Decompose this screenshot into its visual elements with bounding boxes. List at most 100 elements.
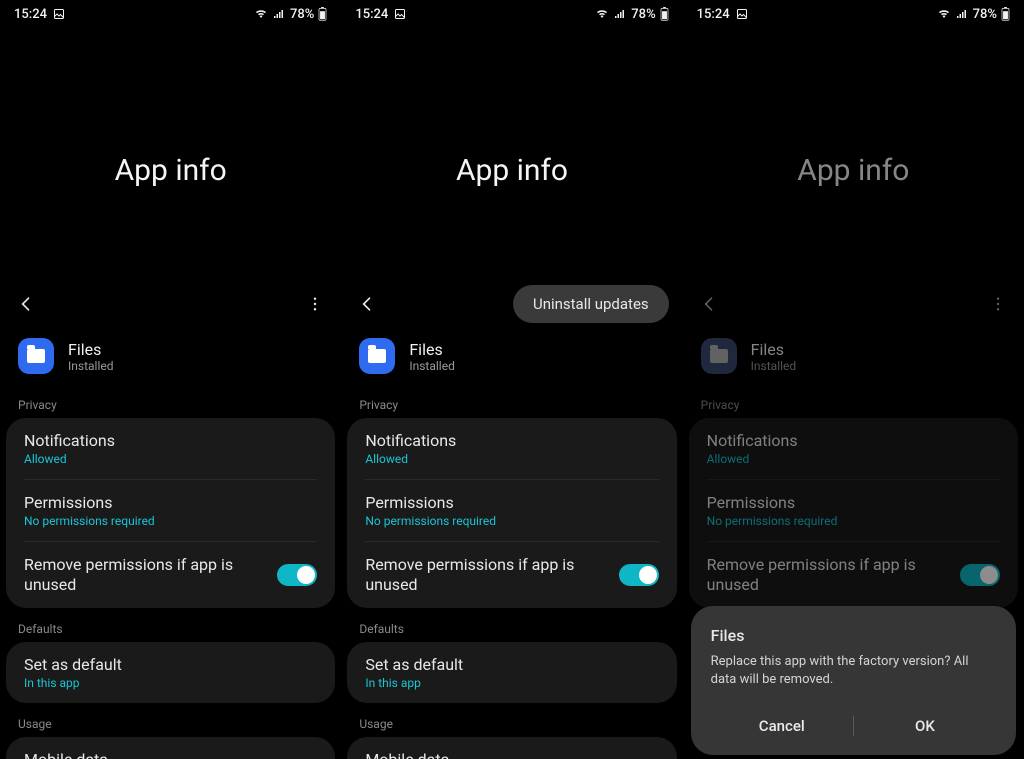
mobile-data-label: Mobile data <box>365 750 658 759</box>
header-row <box>0 284 341 324</box>
app-header: Files Installed <box>341 324 682 384</box>
header-row <box>683 284 1024 324</box>
section-privacy: Privacy <box>341 384 682 418</box>
remove-permissions-row[interactable]: Remove permissions if app is unused <box>689 542 1018 608</box>
notifications-label: Notifications <box>365 431 658 450</box>
app-header: Files Installed <box>683 324 1024 384</box>
status-battery-text: 78% <box>973 7 997 22</box>
status-bar: 15:24 78% <box>0 0 341 28</box>
app-header: Files Installed <box>0 324 341 384</box>
section-privacy: Privacy <box>683 384 1024 418</box>
defaults-card: Set as default In this app <box>347 642 676 703</box>
signal-icon <box>955 8 969 20</box>
status-battery-text: 78% <box>290 7 314 22</box>
app-status: Installed <box>751 359 797 373</box>
app-name: Files <box>751 340 797 359</box>
back-button[interactable] <box>14 292 38 316</box>
defaults-card: Set as default In this app <box>6 642 335 703</box>
remove-permissions-label: Remove permissions if app is unused <box>365 555 605 595</box>
app-icon <box>701 338 737 374</box>
section-usage: Usage <box>0 703 341 737</box>
app-status: Installed <box>68 359 114 373</box>
remove-permissions-toggle[interactable] <box>960 564 1000 586</box>
permissions-row[interactable]: Permissions No permissions required <box>689 480 1018 541</box>
notifications-sub: Allowed <box>365 452 658 466</box>
more-menu-button[interactable] <box>303 292 327 316</box>
remove-permissions-row[interactable]: Remove permissions if app is unused <box>6 542 335 608</box>
permissions-sub: No permissions required <box>707 514 1000 528</box>
privacy-card: Notifications Allowed Permissions No per… <box>689 418 1018 608</box>
remove-permissions-toggle[interactable] <box>277 564 317 586</box>
notifications-sub: Allowed <box>707 452 1000 466</box>
wifi-icon <box>937 8 951 20</box>
app-icon <box>18 338 54 374</box>
confirm-dialog: Files Replace this app with the factory … <box>691 606 1016 755</box>
screen-app-info: 15:24 78% App info <box>0 0 341 759</box>
mobile-data-row[interactable]: Mobile data No data used <box>6 737 335 759</box>
permissions-sub: No permissions required <box>24 514 317 528</box>
usage-card: Mobile data No data used <box>6 737 335 759</box>
set-default-row[interactable]: Set as default In this app <box>347 642 676 703</box>
permissions-label: Permissions <box>707 493 1000 512</box>
remove-permissions-label: Remove permissions if app is unused <box>707 555 947 595</box>
wifi-icon <box>595 8 609 20</box>
app-name: Files <box>409 340 455 359</box>
status-battery-text: 78% <box>631 7 655 22</box>
page-title: App info <box>341 153 682 188</box>
more-menu-button[interactable] <box>986 292 1010 316</box>
usage-card: Mobile data No data used <box>347 737 676 759</box>
notifications-sub: Allowed <box>24 452 317 466</box>
set-default-label: Set as default <box>365 655 658 674</box>
signal-icon <box>613 8 627 20</box>
dialog-title: Files <box>711 626 996 645</box>
uninstall-updates-menu-item[interactable]: Uninstall updates <box>513 285 669 323</box>
dialog-message: Replace this app with the factory versio… <box>711 653 996 689</box>
page-title: App info <box>683 153 1024 188</box>
set-default-sub: In this app <box>365 676 658 690</box>
permissions-label: Permissions <box>24 493 317 512</box>
notifications-label: Notifications <box>24 431 317 450</box>
remove-permissions-toggle[interactable] <box>619 564 659 586</box>
app-name: Files <box>68 340 114 359</box>
app-status: Installed <box>409 359 455 373</box>
permissions-row[interactable]: Permissions No permissions required <box>6 480 335 541</box>
dialog-ok-button[interactable]: OK <box>854 707 996 745</box>
mobile-data-label: Mobile data <box>24 750 317 759</box>
app-icon <box>359 338 395 374</box>
signal-icon <box>272 8 286 20</box>
permissions-label: Permissions <box>365 493 658 512</box>
privacy-card: Notifications Allowed Permissions No per… <box>6 418 335 608</box>
header-row: Uninstall updates <box>341 284 682 324</box>
notifications-label: Notifications <box>707 431 1000 450</box>
set-default-label: Set as default <box>24 655 317 674</box>
screen-app-info-menu: 15:24 78% App info <box>341 0 682 759</box>
status-bar: 15:24 78% <box>683 0 1024 28</box>
notifications-row[interactable]: Notifications Allowed <box>347 418 676 479</box>
image-icon <box>394 8 406 20</box>
battery-icon <box>660 7 669 21</box>
image-icon <box>53 8 65 20</box>
dialog-cancel-button[interactable]: Cancel <box>711 707 853 745</box>
status-time: 15:24 <box>697 7 730 22</box>
section-defaults: Defaults <box>0 608 341 642</box>
remove-permissions-label: Remove permissions if app is unused <box>24 555 264 595</box>
notifications-row[interactable]: Notifications Allowed <box>689 418 1018 479</box>
screen-app-info-dialog: 15:24 78% App info <box>683 0 1024 759</box>
notifications-row[interactable]: Notifications Allowed <box>6 418 335 479</box>
mobile-data-row[interactable]: Mobile data No data used <box>347 737 676 759</box>
section-usage: Usage <box>341 703 682 737</box>
status-time: 15:24 <box>355 7 388 22</box>
back-button[interactable] <box>697 292 721 316</box>
wifi-icon <box>254 8 268 20</box>
status-bar: 15:24 78% <box>341 0 682 28</box>
set-default-sub: In this app <box>24 676 317 690</box>
section-privacy: Privacy <box>0 384 341 418</box>
back-button[interactable] <box>355 292 379 316</box>
remove-permissions-row[interactable]: Remove permissions if app is unused <box>347 542 676 608</box>
privacy-card: Notifications Allowed Permissions No per… <box>347 418 676 608</box>
battery-icon <box>318 7 327 21</box>
permissions-sub: No permissions required <box>365 514 658 528</box>
set-default-row[interactable]: Set as default In this app <box>6 642 335 703</box>
image-icon <box>736 8 748 20</box>
permissions-row[interactable]: Permissions No permissions required <box>347 480 676 541</box>
